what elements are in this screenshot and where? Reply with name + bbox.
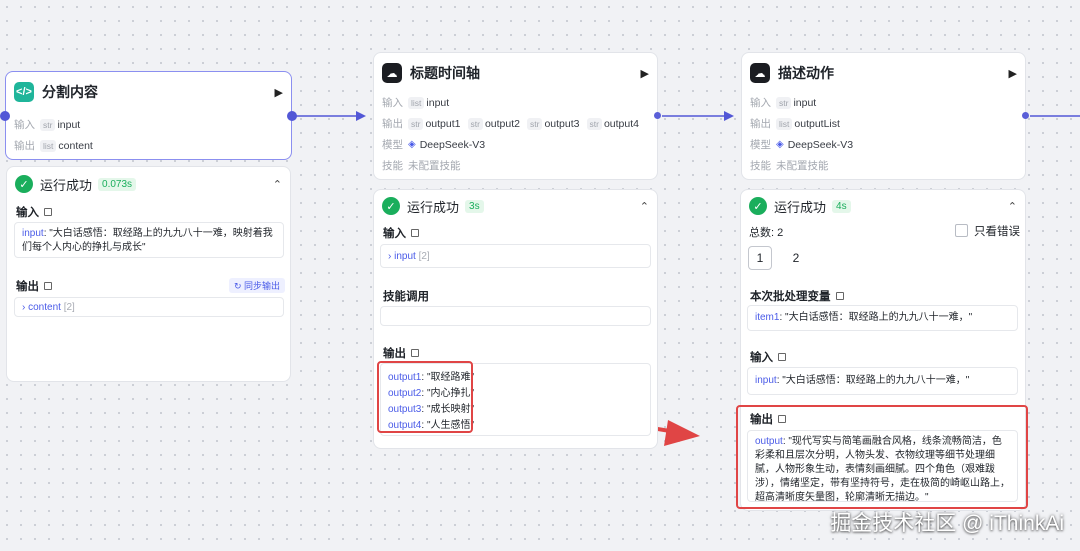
copy-icon[interactable] [411,229,419,237]
output-param: str output1 [408,117,461,130]
split-output-port[interactable] [287,111,297,121]
sync-output-badge[interactable]: ↻ 同步输出 [229,278,286,293]
errors-only-checkbox[interactable] [955,224,968,237]
output-param: list content [40,139,93,152]
input-section-title: 输入 [750,349,786,365]
model-avatar-icon: ☁ [382,63,402,83]
copy-icon[interactable] [44,282,52,290]
node-describe-action[interactable]: ☁ 描述动作 ▶ 输入 str input 输出 list outputList 模… [741,52,1026,180]
copy-icon[interactable] [835,292,844,300]
skill-value: 未配置技能 [776,160,829,172]
watermark: 掘金技术社区 @ iThinkAi [830,512,1064,535]
input-param: str input [776,96,816,109]
skill-section-title: 技能调用 [383,291,429,303]
model-icon: ◈ [408,139,416,150]
duration-badge: 3s [465,199,484,213]
batch-section-title: 本次批处理变量 [750,288,844,304]
input-label: 输入 [750,97,771,109]
output-section-title: 输出 [383,345,419,361]
output-param: str output4 [586,117,639,130]
output-param: str output3 [527,117,580,130]
success-check-icon: ✓ [382,197,400,215]
node-title: 分割内容 [42,84,98,100]
input-section-title: 输入 [383,225,419,241]
highlight-arrow-head [664,420,700,446]
duration-badge: 4s [832,199,851,213]
skill-label: 技能 [750,160,771,172]
input-value-box: input: "大白话感悟：取经路上的九九八十一难，" [747,367,1018,395]
collapse-icon[interactable]: ⌃ [273,178,282,191]
output-label: 输出 [382,118,403,130]
output-label: 输出 [14,140,35,152]
page-button-1[interactable]: 1 [748,246,772,270]
input-param: str input [40,118,80,131]
run-icon[interactable]: ▶ [1009,67,1017,80]
success-check-icon: ✓ [749,197,767,215]
errors-only-label: 只看错误 [974,226,1020,238]
input-value-box: input: "大白话感悟：取经路上的九九八十一难，映射着我们每个人内心的挣扎与… [14,222,284,258]
input-section-title: 输入 [16,204,52,220]
output-param: list outputList [776,117,840,130]
split-input-port[interactable] [0,111,10,121]
copy-icon[interactable] [778,353,786,361]
status-text: 运行成功 [774,199,827,215]
output-label: 输出 [750,118,771,130]
code-icon: </> [14,82,34,102]
node-title-timeline[interactable]: ☁ 标题时间轴 ▶ 输入 list input 输出 str output1 str… [373,52,658,180]
model-avatar-icon: ☁ [750,63,770,83]
output-section-title: 输出 [16,278,52,294]
copy-icon[interactable] [411,349,419,357]
edge-arrow-2 [724,111,734,121]
timeline-output-port[interactable] [654,112,661,119]
edge-arrow-1 [356,111,366,121]
input-param: list input [408,96,449,109]
model-name: DeepSeek-V3 [419,138,486,151]
node-title: 标题时间轴 [410,65,480,81]
node-title: 描述动作 [778,65,834,81]
highlight-outputs-box [377,361,473,433]
skill-label: 技能 [382,160,403,172]
output-value-box[interactable]: › content [2] [14,297,284,317]
skill-value: 未配置技能 [408,160,461,172]
input-label: 输入 [14,119,35,131]
model-label: 模型 [382,139,403,151]
output-param: str output2 [467,117,520,130]
status-text: 运行成功 [407,199,460,215]
model-name: DeepSeek-V3 [787,138,854,151]
batch-value-box: item1: "大白话感悟：取经路上的九九八十一难，" [747,305,1018,331]
action-output-port[interactable] [1022,112,1029,119]
collapse-icon[interactable]: ⌃ [640,200,649,213]
run-icon[interactable]: ▶ [641,67,649,80]
success-check-icon: ✓ [15,175,33,193]
skill-value-box [380,306,651,326]
node-split-content[interactable]: </> 分割内容 ▶ 输入 str input 输出 list content [5,71,292,160]
model-label: 模型 [750,139,771,151]
highlight-output-box [736,405,1028,509]
collapse-icon[interactable]: ⌃ [1008,200,1017,213]
run-icon[interactable]: ▶ [275,86,283,99]
model-icon: ◈ [776,139,784,150]
run-result-panel-split: ✓ 运行成功 0.073s ⌃ 输入 input: "大白话感悟：取经路上的九九… [6,166,291,382]
page-button-2[interactable]: 2 [784,246,808,270]
duration-badge: 0.073s [98,177,137,191]
total-count: 总数: 2 [749,227,784,239]
input-value-box[interactable]: › input [2] [380,244,651,268]
input-label: 输入 [382,97,403,109]
status-text: 运行成功 [40,177,93,193]
copy-icon[interactable] [44,208,52,216]
